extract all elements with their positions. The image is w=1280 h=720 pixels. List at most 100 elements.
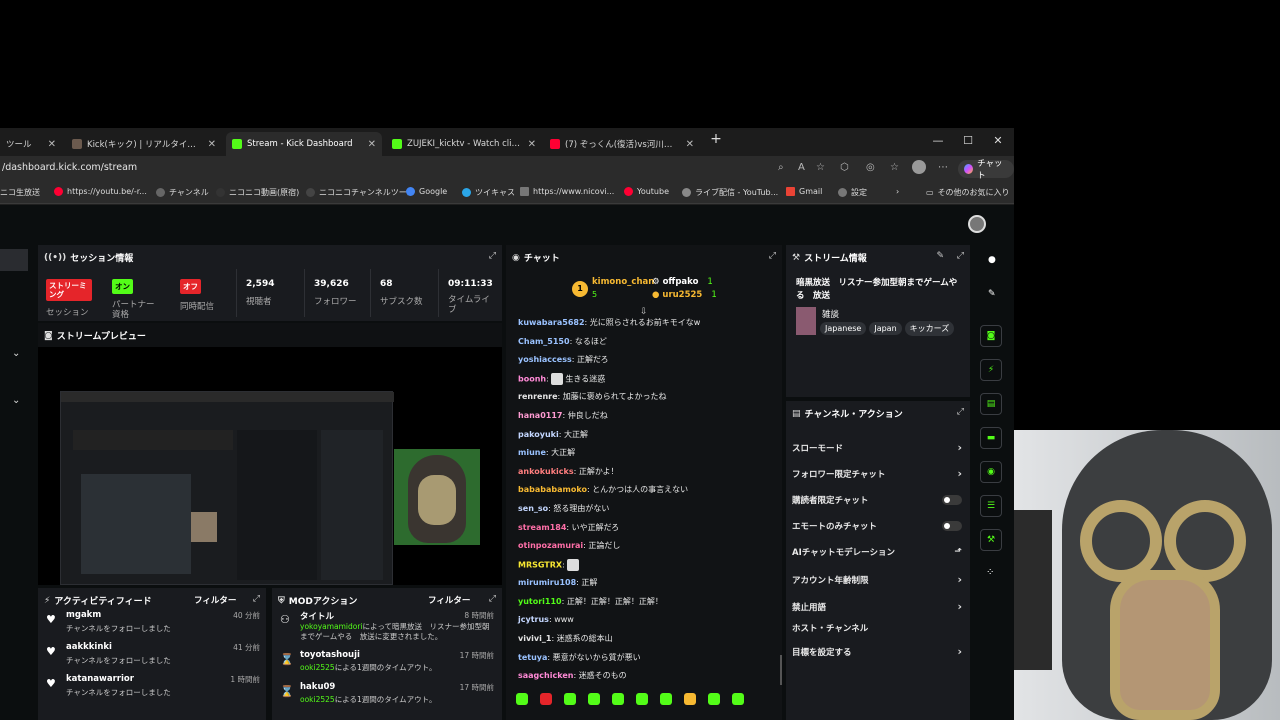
- tag[interactable]: Japanese: [820, 322, 867, 335]
- emote-icon[interactable]: [588, 693, 600, 705]
- emote-icon[interactable]: [612, 693, 624, 705]
- extension-icon[interactable]: ⬡: [840, 162, 849, 173]
- channel-action-item[interactable]: 購読者限定チャット: [792, 494, 962, 506]
- channel-action-item[interactable]: アカウント年齢制限 ›: [792, 573, 962, 586]
- bookmark-nico-live[interactable]: ニコ生放送: [0, 187, 40, 198]
- chat-username[interactable]: yoshiaccess: [518, 355, 572, 364]
- chat-username[interactable]: vivivi_1: [518, 634, 551, 643]
- activity-user[interactable]: mgakm: [66, 610, 101, 620]
- video-player[interactable]: [38, 347, 502, 585]
- favorites-icon[interactable]: ☆: [890, 162, 899, 173]
- profile-avatar[interactable]: [912, 160, 926, 174]
- chevron-down-icon[interactable]: ⌄: [12, 395, 20, 406]
- chat-username[interactable]: boonh: [518, 374, 546, 383]
- bookmark-settings[interactable]: 設定: [838, 187, 867, 198]
- dots-icon[interactable]: ⁘: [986, 567, 994, 578]
- close-window-button[interactable]: ✕: [988, 134, 1008, 147]
- chat-username[interactable]: stream184: [518, 523, 566, 532]
- bookmark-youtube[interactable]: Youtube: [624, 187, 669, 196]
- chat-username[interactable]: jcytrus: [518, 615, 549, 624]
- bookmark-niconico[interactable]: ニコニコ動画(原宿): [216, 187, 299, 198]
- bookmark-twitcasting[interactable]: ツイキャス: [462, 187, 515, 198]
- channel-action-item[interactable]: スローモード ›: [792, 441, 962, 454]
- bookmark-channel[interactable]: チャンネル: [156, 187, 209, 198]
- bookmark-youtube-live[interactable]: ライブ配信 - YouTub...: [682, 187, 778, 198]
- read-aloud-icon[interactable]: A: [798, 162, 805, 173]
- chat-username[interactable]: Cham_5150: [518, 337, 570, 346]
- search-icon[interactable]: ⌕: [778, 162, 784, 173]
- bookmark-gmail[interactable]: Gmail: [786, 187, 822, 196]
- close-icon[interactable]: ✕: [528, 139, 536, 150]
- close-icon[interactable]: ✕: [208, 139, 216, 150]
- scrollbar[interactable]: [780, 655, 782, 685]
- bookmarks-overflow-chevron-icon[interactable]: ›: [896, 187, 899, 196]
- tag[interactable]: Japan: [869, 322, 902, 335]
- close-icon[interactable]: ✕: [686, 139, 694, 150]
- activity-user[interactable]: aakkkinki: [66, 642, 112, 652]
- channel-action-item[interactable]: フォロワー限定チャット ›: [792, 467, 962, 480]
- expand-icon[interactable]: ⤢: [489, 594, 496, 604]
- filter-button[interactable]: フィルター: [194, 594, 236, 606]
- edit-icon[interactable]: ✎: [936, 251, 944, 261]
- favorite-star-icon[interactable]: ☆: [816, 162, 825, 173]
- channel-action-item[interactable]: エモートのみチャット: [792, 520, 962, 532]
- tab-kick-dashboard[interactable]: Stream - Kick Dashboard ✕: [226, 132, 382, 156]
- avatar[interactable]: [968, 215, 986, 233]
- camera-rail-icon[interactable]: ◙: [980, 325, 1002, 347]
- chat-username[interactable]: pakoyuki: [518, 430, 559, 439]
- filter-button[interactable]: フィルター: [428, 594, 470, 606]
- channel-action-item[interactable]: ホスト・チャンネル: [792, 622, 962, 634]
- toggle-switch[interactable]: [942, 521, 962, 531]
- chat-username[interactable]: renrenre: [518, 392, 558, 401]
- emote-icon[interactable]: [684, 693, 696, 705]
- expand-icon[interactable]: ⤢: [769, 251, 776, 261]
- bookmark-google[interactable]: Google: [406, 187, 447, 196]
- info-icon[interactable]: ●: [988, 255, 996, 265]
- minimize-button[interactable]: —: [928, 134, 948, 147]
- wrench-rail-icon[interactable]: ⚒: [980, 529, 1002, 551]
- emote-icon[interactable]: [732, 693, 744, 705]
- expand-icon[interactable]: ⤢: [957, 251, 964, 261]
- channel-action-item[interactable]: AIチャットモデレーション ⬏: [792, 546, 962, 558]
- pencil-icon[interactable]: ✎: [988, 289, 996, 299]
- tag[interactable]: キッカーズ: [904, 321, 955, 336]
- close-icon[interactable]: ✕: [368, 139, 376, 150]
- tab-kick-ranking[interactable]: Kick(キック) | リアルタイムランキング ✕: [66, 132, 222, 156]
- toggle-switch[interactable]: [942, 495, 962, 505]
- chat-username[interactable]: yutori110: [518, 597, 562, 606]
- close-icon[interactable]: ✕: [48, 139, 56, 150]
- lightning-rail-icon[interactable]: ⚡: [980, 359, 1002, 381]
- more-menu-icon[interactable]: ⋯: [938, 162, 948, 173]
- chat-username[interactable]: saagchicken: [518, 671, 573, 680]
- emote-icon[interactable]: [660, 693, 672, 705]
- new-tab-button[interactable]: +: [706, 131, 726, 147]
- bookmark-youtu-be[interactable]: https://youtu.be/-r...: [54, 187, 147, 196]
- chat-username[interactable]: ankokukicks: [518, 467, 574, 476]
- chat-username[interactable]: kuwabara5682: [518, 318, 585, 327]
- document-rail-icon[interactable]: ▤: [980, 393, 1002, 415]
- copilot-chat-button[interactable]: チャット: [958, 159, 1014, 181]
- chat-username[interactable]: otinpozamurai: [518, 541, 583, 550]
- bookmark-other-folder[interactable]: ▭ その他のお気に入り: [926, 187, 1010, 198]
- emote-icon[interactable]: [540, 693, 552, 705]
- tab-youtube-video[interactable]: (7) ぞっくん(復活)vs河川敷の謎の中年 ✕: [544, 132, 700, 156]
- tab-tools[interactable]: ツール ✕: [0, 132, 62, 156]
- tab-zujeki-clips[interactable]: ZUJEKI_kicktv - Watch clips on Kick ✕: [386, 132, 542, 156]
- chat-username[interactable]: MRSGTRX: [518, 560, 562, 569]
- channel-action-item[interactable]: 目標を設定する ›: [792, 645, 962, 658]
- chevron-down-icon[interactable]: ⌄: [12, 348, 20, 359]
- chat-rail-icon[interactable]: ▬: [980, 427, 1002, 449]
- emote-icon[interactable]: [636, 693, 648, 705]
- expand-icon[interactable]: ⤢: [957, 407, 964, 417]
- list-rail-icon[interactable]: ☰: [980, 495, 1002, 517]
- channel-action-item[interactable]: 禁止用語 ›: [792, 600, 962, 613]
- chat-username[interactable]: hana0117: [518, 411, 562, 420]
- left-nav-selected[interactable]: [0, 249, 28, 271]
- broadcast-rail-icon[interactable]: ◉: [980, 461, 1002, 483]
- chat-username[interactable]: sen_so: [518, 504, 548, 513]
- emote-icon[interactable]: [564, 693, 576, 705]
- expand-icon[interactable]: ⤢: [253, 594, 260, 604]
- maximize-button[interactable]: ☐: [958, 134, 978, 147]
- expand-icon[interactable]: ⤢: [489, 251, 496, 261]
- chat-username[interactable]: babababamoko: [518, 485, 587, 494]
